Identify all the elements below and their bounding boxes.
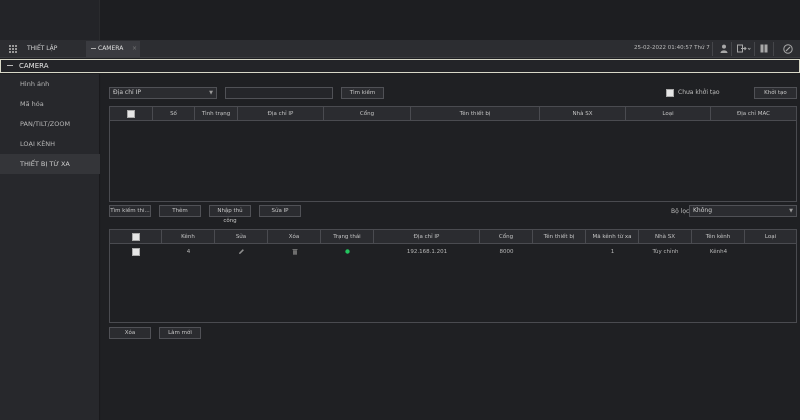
cell-device-name: [533, 245, 586, 259]
filter-select[interactable]: Không ▼: [689, 205, 797, 217]
select-all-checkbox[interactable]: [131, 232, 140, 241]
add-button[interactable]: Thêm: [159, 205, 201, 217]
uninit-checkbox[interactable]: [666, 89, 674, 97]
filter-value: Không: [693, 207, 713, 214]
grid-menu-icon[interactable]: [9, 45, 18, 53]
column-header[interactable]: Cổng: [480, 230, 533, 244]
uninit-label: Chưa khởi tạo: [678, 89, 720, 96]
cell-channel: 4: [186, 249, 191, 255]
edit-ip-button[interactable]: Sửa IP: [259, 205, 301, 217]
column-header[interactable]: Sửa: [215, 230, 268, 244]
column-header[interactable]: Loại: [626, 107, 711, 121]
top-left-panel: [0, 0, 100, 40]
column-header[interactable]: Loại: [745, 230, 796, 244]
status-online-icon: [321, 245, 374, 259]
datetime: 25-02-2022 01:40:57 Thứ 7: [634, 45, 710, 51]
chevron-down-icon: ▼: [209, 90, 213, 96]
column-header[interactable]: Tên thiết bị: [533, 230, 586, 244]
section-header: CAMERA: [0, 59, 800, 73]
column-header[interactable]: Địa chỉ MAC: [711, 107, 796, 121]
top-area: [0, 0, 800, 40]
manual-add-button[interactable]: Nhập thủ công: [209, 205, 251, 224]
user-icon[interactable]: [720, 44, 728, 54]
close-icon[interactable]: ×: [132, 45, 137, 52]
tab-label: CAMERA: [98, 45, 124, 52]
column-header[interactable]: Mã kênh từ xa: [586, 230, 639, 244]
row-checkbox[interactable]: [132, 247, 140, 256]
init-button[interactable]: Khởi tạo: [754, 87, 797, 99]
settings-icon[interactable]: [783, 44, 793, 54]
device-table-header: Số Tình trạng Địa chỉ IP Cổng Tên thiết …: [110, 107, 796, 121]
column-header[interactable]: Địa chỉ IP: [374, 230, 480, 244]
device-table: Số Tình trạng Địa chỉ IP Cổng Tên thiết …: [109, 106, 797, 202]
cell-ip: 192.168.1.201: [406, 249, 448, 255]
select-all-column[interactable]: [110, 107, 153, 121]
column-header[interactable]: Tên thiết bị: [411, 107, 540, 121]
search-device-button[interactable]: Tìm kiếm thi...: [109, 205, 151, 217]
toolbar-divider: [754, 42, 755, 56]
toolbar-divider: [731, 42, 732, 56]
search-type-value: Địa chỉ IP: [113, 89, 141, 96]
search-type-select[interactable]: Địa chỉ IP ▼: [109, 87, 217, 99]
cell-port: 8000: [499, 249, 514, 255]
tab-camera[interactable]: CAMERA ×: [86, 41, 140, 57]
select-all-column[interactable]: [110, 230, 162, 244]
column-header[interactable]: Trạng thái: [321, 230, 374, 244]
column-header[interactable]: Nhà SX: [639, 230, 692, 244]
trash-icon[interactable]: [268, 245, 321, 259]
column-header[interactable]: Tên kênh: [692, 230, 745, 244]
column-header[interactable]: Nhà SX: [540, 107, 626, 121]
tab-dash-icon: [91, 48, 96, 49]
section-title: CAMERA: [19, 62, 49, 70]
select-all-checkbox[interactable]: [127, 109, 135, 118]
sidebar-item-image[interactable]: Hình ảnh: [0, 74, 100, 94]
added-table-header: Kênh Sửa Xóa Trạng thái Địa chỉ IP Cổng …: [110, 230, 796, 244]
sidebar-item-encode[interactable]: Mã hóa: [0, 94, 100, 114]
cell-remote-channel: 1: [610, 249, 615, 255]
toolbar-divider: [773, 42, 774, 56]
split-icon[interactable]: [760, 44, 768, 54]
column-header[interactable]: Cổng: [324, 107, 411, 121]
sidebar-item-ptz[interactable]: PAN/TILT/ZOOM: [0, 114, 100, 134]
collapse-icon[interactable]: [7, 65, 13, 66]
sidebar-item-remote-device[interactable]: THIẾT BỊ TỪ XA: [0, 154, 100, 174]
column-header[interactable]: Địa chỉ IP: [238, 107, 324, 121]
delete-button[interactable]: Xóa: [109, 327, 151, 339]
filter-label: Bộ lọc: [671, 208, 690, 215]
column-header[interactable]: Số: [153, 107, 195, 121]
chevron-down-icon: ▼: [789, 208, 793, 214]
sidebar-item-channel-type[interactable]: LOẠI KÊNH: [0, 134, 100, 154]
column-header[interactable]: Xóa: [268, 230, 321, 244]
search-input[interactable]: [225, 87, 333, 99]
search-button[interactable]: Tìm kiếm: [341, 87, 384, 99]
added-device-table: Kênh Sửa Xóa Trạng thái Địa chỉ IP Cổng …: [109, 229, 797, 323]
main-panel: Địa chỉ IP ▼ Tìm kiếm Chưa khởi tạo Khởi…: [101, 74, 800, 420]
cell-channel-name: Kênh4: [709, 249, 728, 255]
cell-vendor: Tùy chỉnh: [652, 249, 679, 255]
cell-type: [745, 245, 796, 259]
column-header[interactable]: Kênh: [162, 230, 215, 244]
edit-icon[interactable]: [215, 245, 268, 259]
toolbar-divider: [712, 42, 713, 56]
sidebar: Hình ảnh Mã hóa PAN/TILT/ZOOM LOẠI KÊNH …: [0, 74, 100, 420]
row-select[interactable]: [110, 245, 162, 259]
refresh-button[interactable]: Làm mới: [159, 327, 201, 339]
logout-icon[interactable]: [737, 44, 751, 54]
menu-title[interactable]: THIẾT LẬP: [27, 45, 57, 52]
column-header[interactable]: Tình trạng: [195, 107, 238, 121]
